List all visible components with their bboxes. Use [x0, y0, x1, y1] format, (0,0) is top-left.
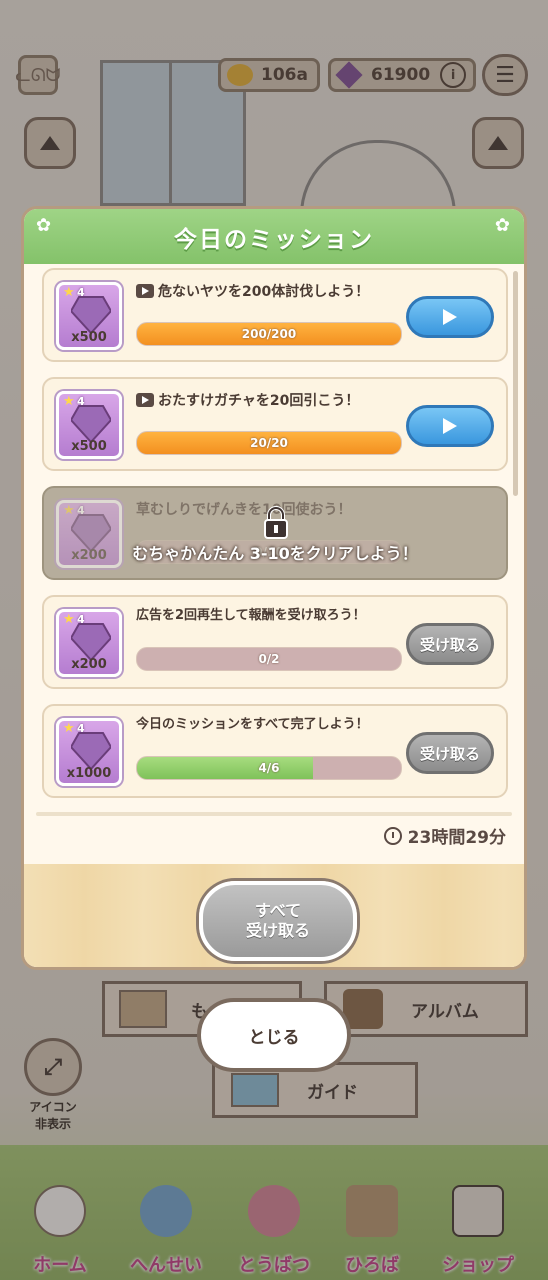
- play-icon: [443, 418, 457, 434]
- reward-gem: ★ 4 x200: [56, 609, 122, 677]
- daily-missions-dialog: ✿ 今日のミッション ✿ ★ 4 x500 危ないヤツを200体討伐しよう！ 2…: [21, 206, 527, 970]
- progress-bar: 0/2: [136, 647, 402, 671]
- star-icon: ★: [63, 285, 75, 300]
- claim-all-button[interactable]: すべて 受け取る: [199, 881, 357, 961]
- progress-text: 20/20: [250, 436, 288, 450]
- reward-quantity: x500: [71, 439, 107, 454]
- timer-text: 23時間29分: [407, 828, 506, 848]
- star-icon: ★: [63, 721, 75, 736]
- mission-list[interactable]: ★ 4 x500 危ないヤツを200体討伐しよう！ 200/200 ★ 4 x5…: [38, 264, 516, 804]
- reward-gem: ★ 4 x500: [56, 282, 122, 350]
- star-icon: ★: [63, 503, 75, 518]
- mission-title: 今日のミッションをすべて完了しよう！: [136, 717, 369, 732]
- flower-icon: ✿: [494, 215, 510, 236]
- reward-rarity: 4: [77, 504, 85, 517]
- watch-video-button[interactable]: [406, 296, 494, 338]
- mission-title: 危ないヤツを200体討伐しよう！: [136, 282, 398, 302]
- reward-rarity: 4: [77, 395, 85, 408]
- list-divider: [36, 812, 512, 816]
- lock-icon: [264, 506, 288, 539]
- mission-title: 広告を2回再生して報酬を受け取ろう！: [136, 608, 366, 623]
- reward-gem: ★ 4 x1000: [56, 718, 122, 786]
- reward-quantity: x200: [71, 657, 107, 672]
- progress-text: 200/200: [241, 327, 297, 341]
- progress-text: 4/6: [258, 761, 280, 775]
- mission-row: ★ 4 x500 おたすけガチャを20回引こう！ 20/20: [42, 377, 508, 471]
- mission-title: おたすけガチャを20回引こう！: [136, 391, 398, 411]
- video-icon: [136, 284, 154, 298]
- claim-button[interactable]: 受け取る: [406, 623, 494, 665]
- progress-text: 0/2: [258, 652, 280, 666]
- star-icon: ★: [63, 394, 75, 409]
- gem-icon: [71, 296, 111, 333]
- gem-icon: [71, 732, 111, 769]
- reward-quantity: x1000: [66, 766, 112, 781]
- reset-timer: 23時間29分: [383, 823, 506, 848]
- close-label: とじる: [248, 1027, 300, 1048]
- dialog-header: ✿ 今日のミッション ✿: [24, 209, 524, 264]
- reward-rarity: 4: [77, 722, 85, 735]
- watch-video-button[interactable]: [406, 405, 494, 447]
- unlock-condition: むちゃかんたん 3-10をクリアしよう！: [132, 544, 418, 563]
- stopwatch-icon: [383, 826, 402, 845]
- mission-row: ★ 4 x200 広告を2回再生して報酬を受け取ろう！ 0/2 受け取る: [42, 595, 508, 689]
- reward-rarity: 4: [77, 613, 85, 626]
- close-button[interactable]: とじる: [197, 998, 351, 1072]
- flower-icon: ✿: [36, 215, 52, 236]
- gem-icon: [71, 623, 111, 660]
- reward-gem: ★ 4 x500: [56, 391, 122, 459]
- reward-rarity: 4: [77, 286, 85, 299]
- list-scrollbar[interactable]: [513, 271, 518, 496]
- reward-quantity: x500: [71, 330, 107, 345]
- mission-row: ★ 4 x1000 今日のミッションをすべて完了しよう！ 4/6 受け取る: [42, 704, 508, 798]
- progress-bar: 200/200: [136, 322, 402, 346]
- dialog-title: 今日のミッション: [174, 226, 374, 253]
- progress-bar: 20/20: [136, 431, 402, 455]
- video-icon: [136, 393, 154, 407]
- claim-button[interactable]: 受け取る: [406, 732, 494, 774]
- play-icon: [443, 309, 457, 325]
- claim-all-label: すべて 受け取る: [245, 901, 310, 940]
- mission-row: ★ 4 x500 危ないヤツを200体討伐しよう！ 200/200: [42, 268, 508, 362]
- progress-bar: 4/6: [136, 756, 402, 780]
- mission-row-locked: ★ 4 x200 草むしりでげんきを10回使おう！ 0/10 むちゃかんたん 3…: [42, 486, 508, 580]
- gem-icon: [71, 405, 111, 442]
- star-icon: ★: [63, 612, 75, 627]
